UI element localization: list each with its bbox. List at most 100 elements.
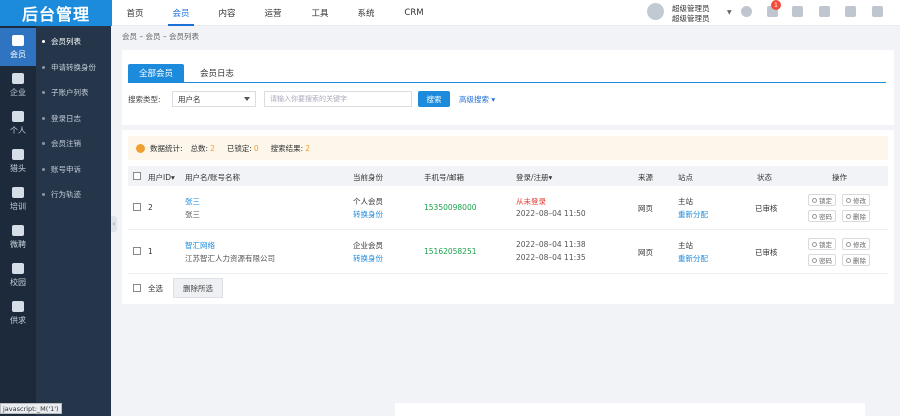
col-source: 来源 xyxy=(638,173,653,182)
topnav-home[interactable]: 首页 xyxy=(124,0,146,26)
icon-rail: 会员 企业 个人 猎头 培训 微聘 校园 供求 xyxy=(0,0,36,416)
collapse-handle[interactable]: ‹ xyxy=(111,216,117,232)
header-checkbox[interactable] xyxy=(133,172,141,180)
subnav-member-list[interactable]: 会员列表 xyxy=(36,29,111,55)
row-identity: 个人会员 xyxy=(353,197,383,206)
table-row: 1 智汇网络 江苏智汇人力资源有限公司 企业会员 转换身份 1516205825… xyxy=(128,230,888,274)
topnav-crm[interactable]: CRM xyxy=(402,0,426,26)
pencil-icon xyxy=(846,241,851,247)
bullet-icon xyxy=(42,91,45,95)
home-icon[interactable] xyxy=(792,6,803,17)
rail-item-personal[interactable]: 个人 xyxy=(0,104,36,142)
graduation-cap-icon xyxy=(12,262,24,274)
row-source: 网页 xyxy=(638,204,653,213)
square-icon xyxy=(12,300,24,312)
row-account: 江苏智汇人力资源有限公司 xyxy=(185,254,275,263)
advanced-search-link[interactable]: 高级搜索 ▾ xyxy=(459,94,495,105)
bottom-strip xyxy=(395,403,865,416)
subnav-sub-accounts[interactable]: 子账户列表 xyxy=(36,80,111,106)
password-button[interactable]: 密码 xyxy=(808,210,836,222)
stats-bar: 数据统计: 总数: 2 已锁定: 0 搜索结果: 2 xyxy=(128,136,888,160)
select-all-checkbox[interactable] xyxy=(133,284,141,292)
rail-item-company[interactable]: 企业 xyxy=(0,66,36,104)
row-reassign[interactable]: 重新分配 xyxy=(678,209,708,220)
row-switch-identity[interactable]: 转换身份 xyxy=(353,209,383,220)
row-reassign[interactable]: 重新分配 xyxy=(678,253,708,264)
logout-icon[interactable] xyxy=(872,6,883,17)
trash-icon xyxy=(846,257,851,263)
rail-item-microhire[interactable]: 微聘 xyxy=(0,218,36,256)
row-username[interactable]: 张三 xyxy=(185,196,200,207)
tab-all-members[interactable]: 全部会员 xyxy=(128,64,184,82)
lock-button[interactable]: 锁定 xyxy=(808,238,836,250)
grid-icon[interactable] xyxy=(819,6,830,17)
notification-badge: 1 xyxy=(771,0,781,10)
building-icon xyxy=(12,72,24,84)
search-panel: 全部会员 会员日志 搜索类型: 用户名 搜索 高级搜索 ▾ xyxy=(122,50,894,125)
edit-button[interactable]: 修改 xyxy=(842,238,870,250)
person-icon xyxy=(12,110,24,122)
subnav-login-log[interactable]: 登录日志 xyxy=(36,106,111,132)
topnav-member[interactable]: 会员 xyxy=(168,0,194,26)
tab-member-log[interactable]: 会员日志 xyxy=(192,64,242,82)
col-uid[interactable]: 用户ID▾ xyxy=(148,172,175,183)
batch-delete-button[interactable]: 删除所选 xyxy=(173,278,223,298)
subnav-appeal[interactable]: 账号申诉 xyxy=(36,157,111,183)
users-icon xyxy=(12,34,24,46)
trash-icon xyxy=(846,213,851,219)
row-status: 已审核 xyxy=(755,204,778,213)
bullet-icon xyxy=(42,40,45,44)
col-login[interactable]: 登录/注册▾ xyxy=(516,172,552,183)
search-input[interactable] xyxy=(264,91,412,107)
edit-button[interactable]: 修改 xyxy=(842,194,870,206)
rail-item-training[interactable]: 培训 xyxy=(0,180,36,218)
topnav-operation[interactable]: 运营 xyxy=(262,0,284,26)
message-icon[interactable] xyxy=(741,6,752,17)
lock-icon xyxy=(812,197,817,203)
rail-item-headhunter[interactable]: 猎头 xyxy=(0,142,36,180)
headhunter-icon xyxy=(12,148,24,160)
subnav-switch-identity[interactable]: 申请转换身份 xyxy=(36,55,111,81)
col-site: 站点 xyxy=(678,173,693,182)
row-id: 2 xyxy=(148,203,153,212)
select-all-label[interactable]: 全选 xyxy=(148,283,163,294)
row-register: 2022–08–04 11:50 xyxy=(516,209,586,218)
rail-item-campus[interactable]: 校园 xyxy=(0,256,36,294)
row-checkbox[interactable] xyxy=(133,203,141,211)
row-site: 主站 xyxy=(678,241,693,250)
col-status: 状态 xyxy=(757,173,772,182)
row-source: 网页 xyxy=(638,248,653,257)
avatar[interactable] xyxy=(647,3,664,20)
delete-button[interactable]: 删除 xyxy=(842,254,870,266)
search-button[interactable]: 搜索 xyxy=(418,91,450,107)
row-switch-identity[interactable]: 转换身份 xyxy=(353,253,383,264)
key-icon xyxy=(812,213,817,219)
table-footer: 全选 删除所选 xyxy=(128,278,428,298)
topnav-content[interactable]: 内容 xyxy=(216,0,238,26)
row-identity: 企业会员 xyxy=(353,241,383,250)
sitemap-icon[interactable] xyxy=(845,6,856,17)
lock-button[interactable]: 锁定 xyxy=(808,194,836,206)
breadcrumb: 会员 – 会员 – 会员列表 xyxy=(122,32,200,41)
user-role: 超级管理员 xyxy=(672,14,710,23)
delete-button[interactable]: 删除 xyxy=(842,210,870,222)
pie-chart-icon xyxy=(136,143,145,153)
row-checkbox[interactable] xyxy=(133,247,141,255)
key-icon xyxy=(812,257,817,263)
table-header: 用户ID▾ 用户名/账号名称 当前身份 手机号/邮箱 登录/注册▾ 来源 站点 … xyxy=(128,166,888,186)
subnav-behavior[interactable]: 行为轨迹 xyxy=(36,182,111,208)
row-register: 2022–08–04 11:35 xyxy=(516,253,586,262)
rail-item-member[interactable]: 会员 xyxy=(0,28,36,66)
password-button[interactable]: 密码 xyxy=(808,254,836,266)
search-type-select[interactable]: 用户名 xyxy=(172,91,256,107)
topnav-system[interactable]: 系统 xyxy=(355,0,377,26)
row-phone: 15162058251 xyxy=(424,247,477,256)
top-bar: 首页 会员 内容 运营 工具 系统 CRM 超级管理员 超级管理员 ▼ 1 xyxy=(112,0,900,26)
rail-item-supply[interactable]: 供求 xyxy=(0,294,36,332)
row-status: 已审核 xyxy=(755,248,778,257)
subnav-member-cancel[interactable]: 会员注销 xyxy=(36,131,111,157)
sub-navigation: 会员列表 申请转换身份 子账户列表 登录日志 会员注销 账号申诉 行为轨迹 xyxy=(36,0,111,416)
chevron-down-icon[interactable]: ▼ xyxy=(727,9,732,16)
topnav-tools[interactable]: 工具 xyxy=(309,0,331,26)
row-username[interactable]: 智汇网络 xyxy=(185,240,215,251)
